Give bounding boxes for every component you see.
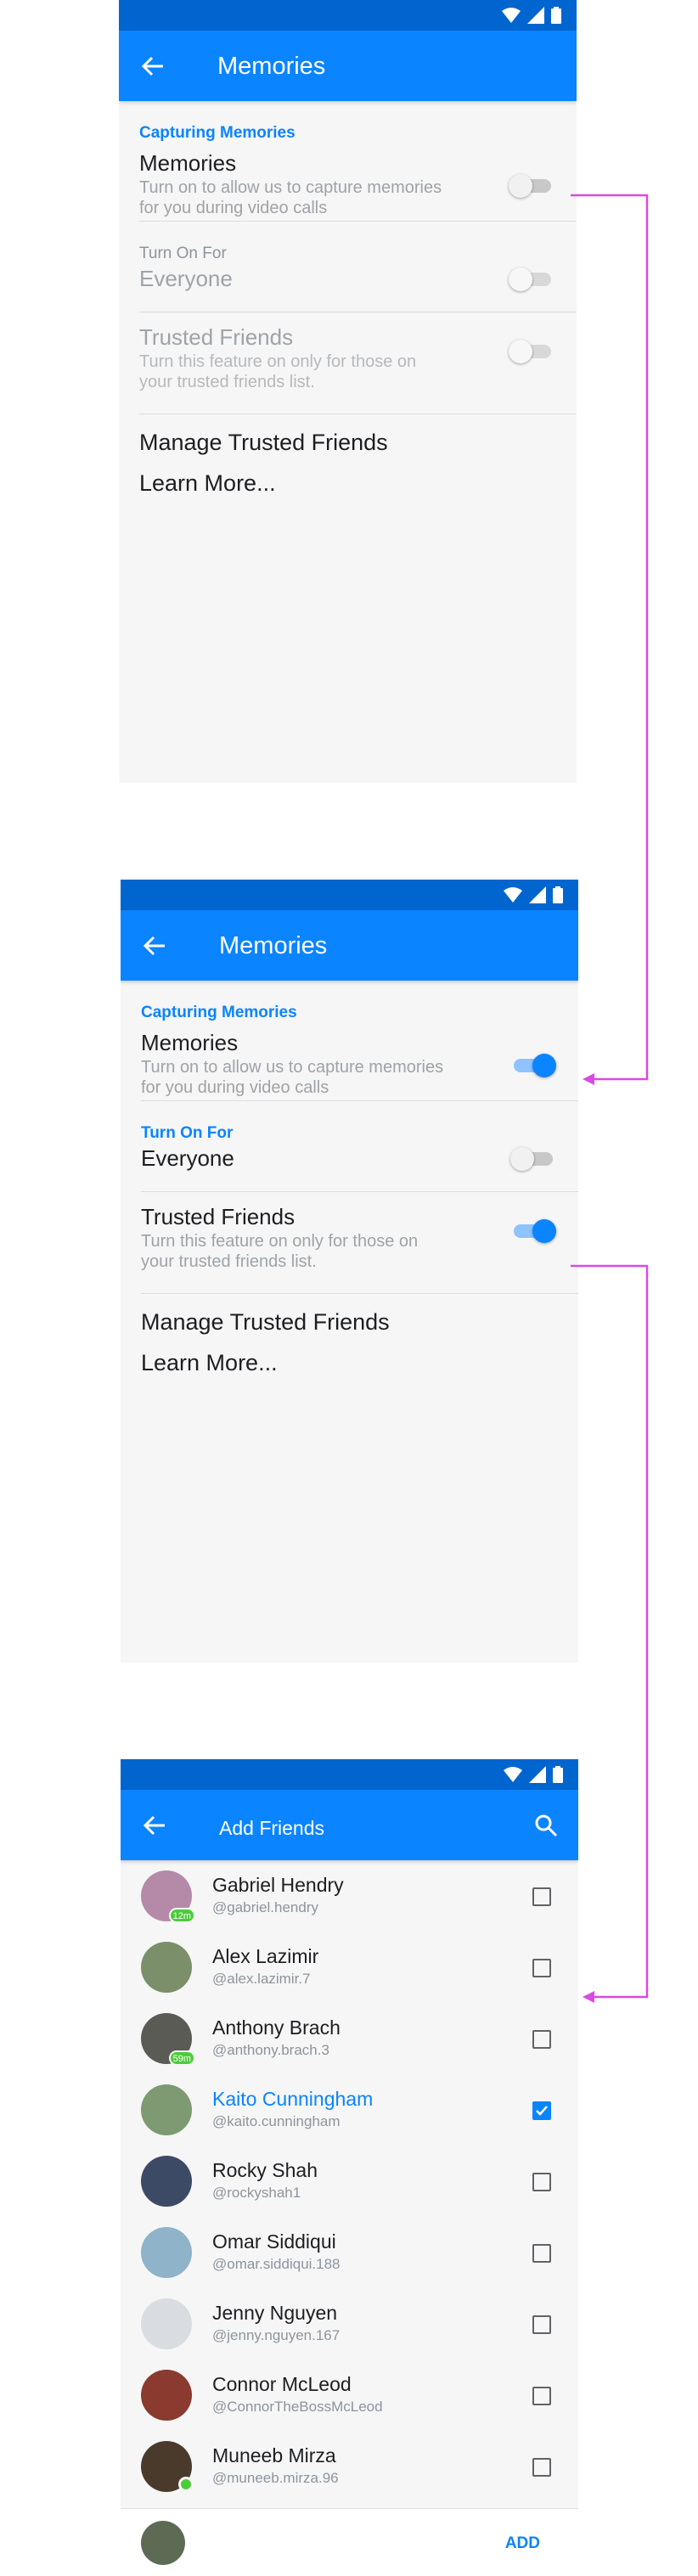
flow-arrows (571, 194, 649, 2003)
arrow-head-1 (583, 1073, 594, 1085)
arrow-head-2 (583, 1991, 594, 2003)
arrow-memories-toggle (571, 194, 649, 1081)
arrow-trusted-toggle (571, 1264, 649, 1999)
